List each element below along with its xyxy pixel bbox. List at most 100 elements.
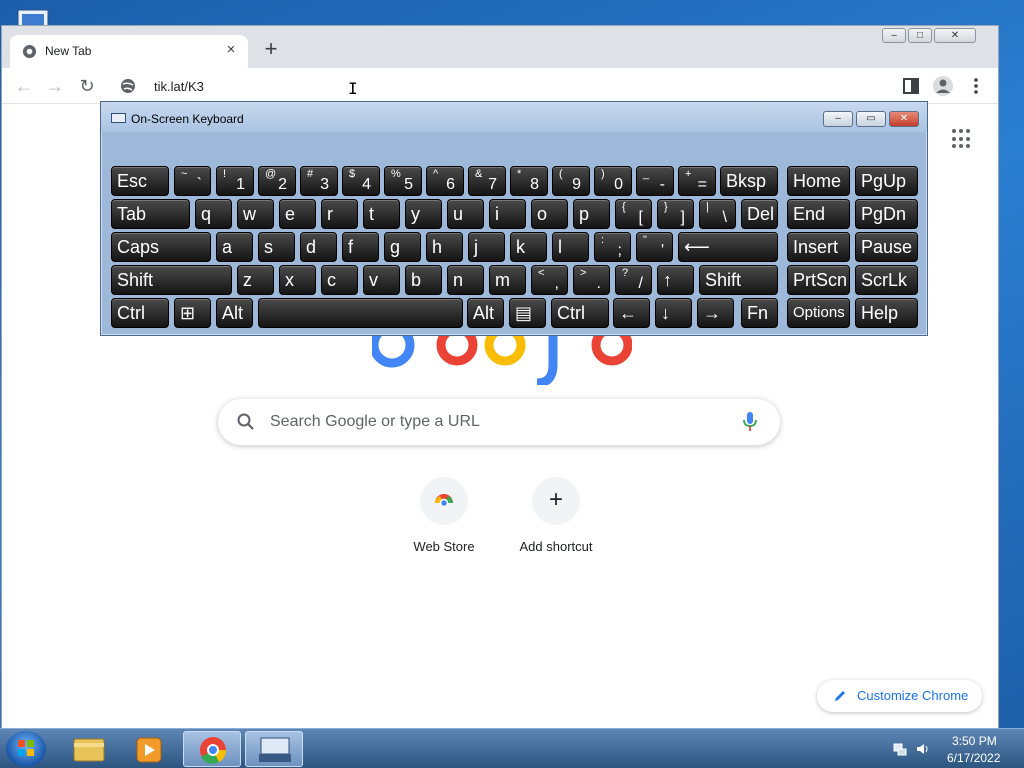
- new-tab-button[interactable]: +: [259, 38, 283, 62]
- osk-key-symbol-3-9[interactable]: >.: [573, 265, 610, 295]
- osk-key-alt[interactable]: Alt: [216, 298, 253, 328]
- shortcut-add[interactable]: + Add shortcut: [501, 477, 611, 554]
- shortcut-web-store[interactable]: Web Store: [389, 477, 499, 554]
- osk-key-symbol-4-7[interactable]: ←: [613, 298, 650, 328]
- google-apps-icon[interactable]: [952, 129, 972, 149]
- address-bar[interactable]: tik.lat/K3 I: [112, 71, 892, 101]
- osk-key-esc[interactable]: Esc: [111, 166, 169, 196]
- osk-key-5[interactable]: % 5: [384, 166, 422, 196]
- osk-key-2[interactable]: @2: [258, 166, 296, 196]
- osk-close-button[interactable]: ✕: [889, 111, 919, 127]
- osk-key-f[interactable]: f: [342, 232, 379, 262]
- osk-key-pgdn[interactable]: PgDn: [855, 199, 918, 229]
- side-panel-icon[interactable]: [900, 75, 922, 97]
- osk-key-t[interactable]: t: [363, 199, 400, 229]
- osk-key-u[interactable]: u: [447, 199, 484, 229]
- osk-title-bar[interactable]: On-Screen Keyboard – ▭ ✕: [101, 102, 927, 132]
- osk-key-h[interactable]: h: [426, 232, 463, 262]
- osk-key-alt[interactable]: Alt: [467, 298, 504, 328]
- osk-key-6[interactable]: ^ 6: [426, 166, 464, 196]
- osk-key-del[interactable]: Del: [741, 199, 778, 229]
- osk-key-r[interactable]: r: [321, 199, 358, 229]
- osk-key-d[interactable]: d: [300, 232, 337, 262]
- osk-key-w[interactable]: w: [237, 199, 274, 229]
- osk-key-v[interactable]: v: [363, 265, 400, 295]
- osk-key-symbol-4-9[interactable]: →: [697, 298, 734, 328]
- volume-icon[interactable]: [915, 741, 931, 757]
- osk-key-3[interactable]: #3: [300, 166, 338, 196]
- start-button[interactable]: [6, 731, 46, 767]
- osk-key-ctrl[interactable]: Ctrl: [111, 298, 169, 328]
- customize-chrome-button[interactable]: Customize Chrome: [817, 680, 982, 712]
- osk-key-g[interactable]: g: [384, 232, 421, 262]
- osk-key-symbol-0-13[interactable]: + =: [678, 166, 716, 196]
- osk-key-help[interactable]: Help: [855, 298, 918, 328]
- osk-key-x[interactable]: x: [279, 265, 316, 295]
- address-text[interactable]: tik.lat/K3: [154, 79, 204, 94]
- osk-key-bksp[interactable]: Bksp: [720, 166, 778, 196]
- osk-key-pgup[interactable]: PgUp: [855, 166, 918, 196]
- search-placeholder[interactable]: Search Google or type a URL: [270, 413, 480, 431]
- osk-key-j[interactable]: j: [468, 232, 505, 262]
- menu-dots-icon[interactable]: [965, 75, 987, 97]
- osk-key-k[interactable]: k: [510, 232, 547, 262]
- osk-key-e[interactable]: e: [279, 199, 316, 229]
- taskbar-media-player[interactable]: [120, 731, 178, 767]
- osk-key-b[interactable]: b: [405, 265, 442, 295]
- osk-key-options[interactable]: Options: [787, 298, 850, 328]
- osk-key-space[interactable]: [258, 298, 463, 328]
- osk-key-symbol-3-11[interactable]: ↑: [657, 265, 694, 295]
- network-icon[interactable]: [892, 741, 908, 757]
- add-shortcut-tile[interactable]: +: [532, 477, 580, 525]
- osk-key-9[interactable]: (9: [552, 166, 590, 196]
- osk-key-i[interactable]: i: [489, 199, 526, 229]
- minimize-button[interactable]: –: [882, 28, 906, 43]
- osk-key-tab[interactable]: Tab: [111, 199, 190, 229]
- osk-key-s[interactable]: s: [258, 232, 295, 262]
- osk-key-fn[interactable]: Fn: [741, 298, 778, 328]
- osk-key-symbol-2-11[interactable]: " ': [636, 232, 673, 262]
- osk-key-insert[interactable]: Insert: [787, 232, 850, 262]
- tab-new-tab[interactable]: New Tab ×: [10, 35, 248, 68]
- osk-key-l[interactable]: l: [552, 232, 589, 262]
- osk-key-1[interactable]: ! 1: [216, 166, 254, 196]
- search-box[interactable]: Search Google or type a URL: [218, 399, 780, 445]
- osk-key-symbol-0-1[interactable]: ~ `: [174, 166, 211, 196]
- osk-maximize-button[interactable]: ▭: [856, 111, 886, 127]
- taskbar-chrome[interactable]: [183, 731, 241, 767]
- osk-key-symbol-4-5[interactable]: ▤: [509, 298, 546, 328]
- osk-key-7[interactable]: & 7: [468, 166, 506, 196]
- taskbar-explorer[interactable]: [60, 731, 118, 767]
- osk-key-symbol-2-12[interactable]: ⟵: [678, 232, 778, 262]
- osk-key-c[interactable]: c: [321, 265, 358, 295]
- forward-arrow-icon[interactable]: →: [43, 74, 67, 98]
- osk-key-symbol-4-1[interactable]: ⊞: [174, 298, 211, 328]
- osk-minimize-button[interactable]: –: [823, 111, 853, 127]
- osk-key-o[interactable]: o: [531, 199, 568, 229]
- osk-key-y[interactable]: y: [405, 199, 442, 229]
- osk-key-p[interactable]: p: [573, 199, 610, 229]
- osk-key-home[interactable]: Home: [787, 166, 850, 196]
- osk-key-z[interactable]: z: [237, 265, 274, 295]
- taskbar-on-screen-keyboard[interactable]: [245, 731, 303, 767]
- osk-key-shift[interactable]: Shift: [111, 265, 232, 295]
- osk-key-symbol-4-8[interactable]: ↓: [655, 298, 692, 328]
- osk-key-a[interactable]: a: [216, 232, 253, 262]
- osk-key-symbol-2-10[interactable]: :;: [594, 232, 631, 262]
- osk-key-end[interactable]: End: [787, 199, 850, 229]
- osk-key-scrlk[interactable]: ScrLk: [855, 265, 918, 295]
- tab-close-icon[interactable]: ×: [222, 41, 240, 59]
- back-arrow-icon[interactable]: ←: [12, 74, 36, 98]
- osk-key-ctrl[interactable]: Ctrl: [551, 298, 609, 328]
- clock-time[interactable]: 3:50 PM: [952, 734, 997, 748]
- osk-key-symbol-1-12[interactable]: }]: [657, 199, 694, 229]
- osk-key-0[interactable]: ) 0: [594, 166, 632, 196]
- osk-key-symbol-1-13[interactable]: | \: [699, 199, 736, 229]
- osk-key-prtscn[interactable]: PrtScn: [787, 265, 850, 295]
- osk-key-shift[interactable]: Shift: [699, 265, 778, 295]
- osk-key-symbol-3-8[interactable]: <,: [531, 265, 568, 295]
- microphone-icon[interactable]: [740, 411, 760, 433]
- maximize-button[interactable]: □: [908, 28, 932, 43]
- osk-key-symbol-3-10[interactable]: ? /: [615, 265, 652, 295]
- osk-key-caps[interactable]: Caps: [111, 232, 211, 262]
